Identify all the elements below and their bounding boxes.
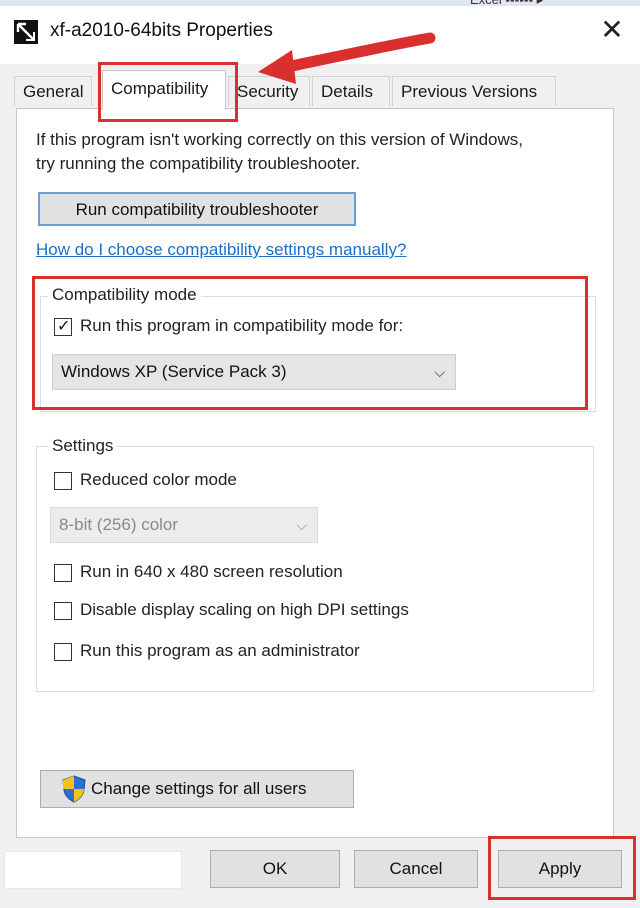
compatibility-tab-highlight bbox=[98, 62, 238, 122]
close-icon[interactable]: ✕ bbox=[596, 14, 628, 46]
disable-dpi-checkbox[interactable] bbox=[54, 602, 72, 620]
intro-line-1: If this program isn't working correctly … bbox=[36, 130, 523, 149]
run-as-admin-checkbox[interactable] bbox=[54, 643, 72, 661]
color-depth-select: 8-bit (256) color ⌵ bbox=[50, 507, 318, 543]
uac-shield-icon bbox=[62, 775, 86, 808]
disable-dpi-label: Disable display scaling on high DPI sett… bbox=[80, 600, 409, 619]
color-depth-selected-value: 8-bit (256) color bbox=[59, 515, 179, 534]
background-window-strip bbox=[0, 0, 640, 6]
compatibility-mode-highlight bbox=[32, 276, 588, 410]
run-as-admin-label: Run this program as an administrator bbox=[80, 641, 360, 660]
resolution-640-checkbox[interactable] bbox=[54, 564, 72, 582]
reduced-color-label: Reduced color mode bbox=[80, 470, 237, 489]
app-file-icon bbox=[14, 20, 38, 44]
tab-previous-versions[interactable]: Previous Versions bbox=[392, 76, 556, 106]
tab-general[interactable]: General bbox=[14, 76, 92, 106]
footer-blank-area bbox=[4, 851, 182, 889]
resolution-640-label: Run in 640 x 480 screen resolution bbox=[80, 562, 343, 581]
window-title: xf-a2010-64bits Properties bbox=[50, 20, 273, 41]
intro-line-2: try running the compatibility troublesho… bbox=[36, 154, 361, 173]
background-window-text: Excel ▪▪▪▪▪▪ ▸ bbox=[470, 0, 543, 8]
reduced-color-checkbox[interactable] bbox=[54, 472, 72, 490]
ok-button[interactable]: OK bbox=[210, 850, 340, 888]
manual-settings-link[interactable]: How do I choose compatibility settings m… bbox=[36, 240, 406, 260]
change-all-users-label: Change settings for all users bbox=[91, 779, 307, 798]
tab-security[interactable]: Security bbox=[228, 76, 310, 106]
settings-group-label: Settings bbox=[48, 436, 118, 456]
intro-text: If this program isn't working correctly … bbox=[36, 128, 596, 176]
apply-button-highlight bbox=[488, 836, 636, 900]
cancel-button[interactable]: Cancel bbox=[354, 850, 478, 888]
chevron-down-icon: ⌵ bbox=[296, 517, 307, 533]
change-all-users-button[interactable]: Change settings for all users bbox=[40, 770, 354, 808]
tab-details[interactable]: Details bbox=[312, 76, 390, 106]
run-troubleshooter-button[interactable]: Run compatibility troubleshooter bbox=[38, 192, 356, 226]
